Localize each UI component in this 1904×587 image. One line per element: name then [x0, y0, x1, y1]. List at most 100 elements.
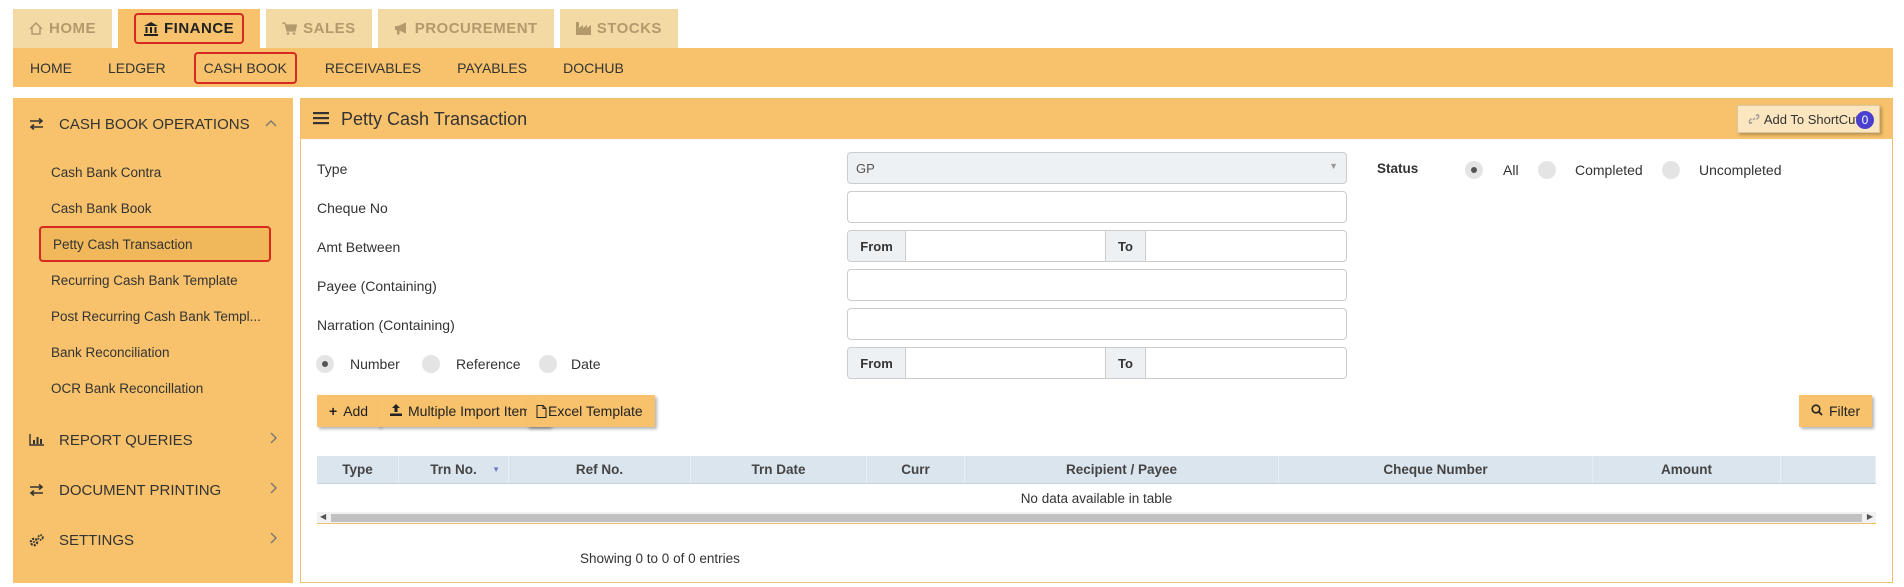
sidebar-item-petty-cash-transaction[interactable]: Petty Cash Transaction: [39, 226, 271, 262]
sort-to-input[interactable]: [1146, 348, 1346, 378]
status-radio-all[interactable]: [1465, 161, 1483, 179]
tab-stocks[interactable]: STOCKS: [559, 9, 678, 48]
status-all-label: All: [1503, 162, 1519, 178]
tab-finance[interactable]: FINANCE: [118, 9, 261, 48]
plus-icon: +: [329, 403, 338, 419]
radio-reference-label: Reference: [456, 356, 521, 372]
table-empty-row: No data available in table: [317, 484, 1876, 512]
gears-icon: [29, 533, 59, 547]
bar-chart-icon: [29, 434, 59, 446]
status-radio-completed[interactable]: [1538, 161, 1556, 179]
subnav-cash-book-label: CASH BOOK: [193, 51, 297, 84]
col-trn-no[interactable]: Trn No. ▼: [399, 456, 509, 483]
tab-procurement[interactable]: PROCUREMENT: [377, 9, 554, 48]
scrollbar-thumb[interactable]: [331, 514, 1862, 522]
link-icon: [1748, 113, 1760, 125]
subnav-cash-book[interactable]: CASH BOOK: [184, 48, 307, 87]
sidebar-section-label: CASH BOOK OPERATIONS: [59, 115, 250, 133]
subnav-receivables[interactable]: RECEIVABLES: [307, 48, 439, 87]
col-amount[interactable]: Amount: [1593, 456, 1781, 483]
chevron-down-icon: ▼: [1329, 161, 1338, 171]
sidebar-item-cash-bank-contra[interactable]: Cash Bank Contra: [13, 154, 293, 190]
megaphone-icon: [394, 22, 409, 35]
sidebar-section-label: REPORT QUERIES: [59, 431, 193, 449]
file-icon: [536, 404, 547, 418]
sort-range: From To: [847, 347, 1347, 379]
tab-finance-label: FINANCE: [164, 20, 235, 37]
sidebar-section-label: SETTINGS: [59, 531, 135, 549]
sidebar-section-settings[interactable]: SETTINGS: [13, 518, 293, 562]
col-cheque-number[interactable]: Cheque Number: [1279, 456, 1593, 483]
sort-from-input[interactable]: [906, 348, 1106, 378]
sidebar-section-report-queries[interactable]: REPORT QUERIES: [13, 418, 293, 462]
chevron-right-icon: [269, 532, 277, 547]
exchange-icon: [29, 118, 59, 130]
tab-stocks-label: STOCKS: [596, 20, 662, 37]
col-ref-no[interactable]: Ref No.: [509, 456, 691, 483]
exchange-icon: [29, 484, 59, 496]
subnav-payables[interactable]: PAYABLES: [439, 48, 545, 87]
scroll-right-icon[interactable]: ▶: [1867, 512, 1873, 521]
amount-to-addon: To: [1106, 231, 1146, 261]
tab-home-label: HOME: [49, 20, 96, 37]
amount-range: From To: [847, 230, 1347, 262]
chevron-up-icon: [265, 116, 277, 130]
tab-sales[interactable]: SALES: [266, 9, 372, 48]
status-radio-uncompleted[interactable]: [1662, 161, 1680, 179]
radio-reference[interactable]: [422, 355, 440, 373]
sidebar-item-post-recurring-template[interactable]: Post Recurring Cash Bank Templ...: [13, 298, 293, 334]
tab-home[interactable]: HOME: [13, 9, 112, 48]
add-to-shortcut-label: Add To ShortCut: [1763, 111, 1859, 127]
sidebar-item-recurring-cash-bank-template[interactable]: Recurring Cash Bank Template: [13, 262, 293, 298]
search-icon: [1811, 403, 1823, 419]
sidebar-item-cash-bank-book[interactable]: Cash Bank Book: [13, 190, 293, 226]
hamburger-menu-icon[interactable]: [313, 111, 329, 128]
sidebar-item-bank-reconciliation[interactable]: Bank Reconciliation: [13, 334, 293, 370]
col-type[interactable]: Type: [317, 456, 399, 483]
col-trn-date[interactable]: Trn Date: [691, 456, 867, 483]
subnav-home[interactable]: HOME: [13, 48, 90, 87]
cheque-no-input[interactable]: [847, 191, 1347, 223]
page-title: Petty Cash Transaction: [341, 108, 528, 129]
shortcut-count-badge: 0: [1856, 111, 1874, 129]
filter-button[interactable]: Filter: [1799, 395, 1873, 427]
sidebar-section-cash-book-operations[interactable]: CASH BOOK OPERATIONS: [13, 102, 293, 146]
subnav-ledger[interactable]: LEDGER: [90, 48, 184, 87]
payee-label: Payee (Containing): [317, 278, 437, 294]
status-label: Status: [1377, 161, 1419, 176]
cart-icon: [282, 22, 298, 35]
radio-number[interactable]: [316, 355, 334, 373]
panel-header: Petty Cash Transaction Add To ShortCut 0: [301, 99, 1892, 139]
home-icon: [29, 22, 43, 35]
col-recipient-payee[interactable]: Recipient / Payee: [965, 456, 1279, 483]
excel-template-button[interactable]: Excel Template: [527, 395, 655, 427]
amount-from-input[interactable]: [906, 231, 1106, 261]
payee-input[interactable]: [847, 269, 1347, 301]
type-select[interactable]: GP ▼: [847, 152, 1347, 184]
add-button[interactable]: + Add: [317, 395, 381, 427]
tab-sales-label: SALES: [303, 20, 356, 37]
add-button-label: Add: [343, 403, 369, 419]
main-panel: Petty Cash Transaction Add To ShortCut 0…: [300, 98, 1893, 583]
radio-date[interactable]: [539, 355, 557, 373]
sidebar-section-document-printing[interactable]: DOCUMENT PRINTING: [13, 468, 293, 512]
col-extra: [1781, 456, 1876, 483]
type-label: Type: [317, 161, 348, 177]
sidebar-section-label: DOCUMENT PRINTING: [59, 481, 222, 499]
amt-between-label: Amt Between: [317, 239, 401, 255]
add-to-shortcut-button[interactable]: Add To ShortCut 0: [1736, 105, 1880, 133]
subnav-dochub[interactable]: DOCHUB: [545, 48, 642, 87]
amount-from-addon: From: [848, 231, 906, 261]
transactions-table: Type Trn No. ▼ Ref No. Trn Date Curr Reci…: [317, 456, 1876, 524]
amount-to-input[interactable]: [1146, 231, 1346, 261]
narration-input[interactable]: [847, 308, 1347, 340]
table-info: Showing 0 to 0 of 0 entries: [580, 551, 740, 566]
scroll-left-icon[interactable]: ◀: [320, 512, 326, 521]
sort-from-addon: From: [848, 348, 906, 378]
horizontal-scrollbar[interactable]: ◀ ▶: [317, 512, 1876, 524]
multiple-import-items-button[interactable]: Multiple Import Items: [378, 395, 550, 427]
col-curr[interactable]: Curr: [867, 456, 965, 483]
bank-icon: [144, 21, 158, 36]
radio-date-label: Date: [571, 356, 601, 372]
sidebar-item-ocr-bank-reconciliation[interactable]: OCR Bank Reconcillation: [13, 370, 293, 406]
